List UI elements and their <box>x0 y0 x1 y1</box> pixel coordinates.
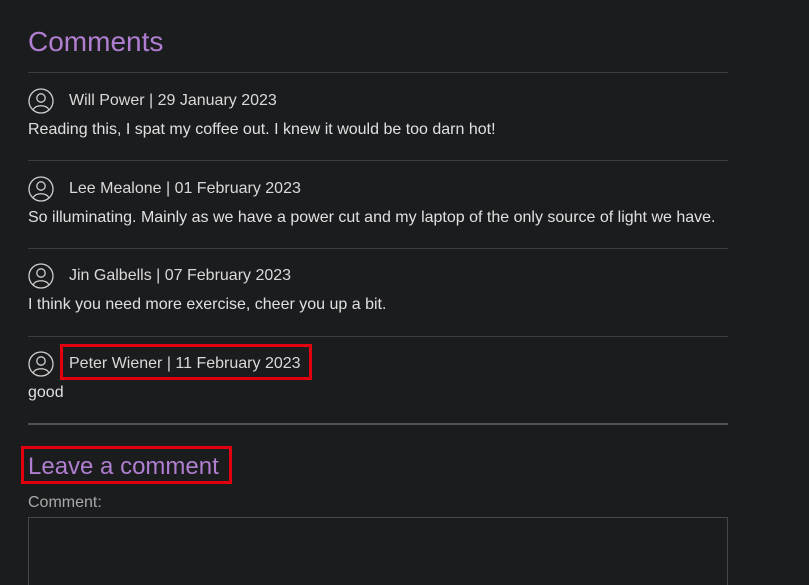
comment-header: Lee Mealone | 01 February 2023 <box>28 176 301 202</box>
blog-comments-page: Comments Will Power | 29 January 2023 Re… <box>0 0 809 585</box>
comment-text: So illuminating. Mainly as we have a pow… <box>28 209 716 226</box>
user-avatar-icon <box>28 88 54 114</box>
comment-field-label: Comment: <box>28 494 102 511</box>
divider <box>28 336 728 337</box>
user-avatar-icon <box>28 176 54 202</box>
comment-header: Will Power | 29 January 2023 <box>28 88 277 114</box>
comment-text: I think you need more exercise, cheer yo… <box>28 296 387 313</box>
section-divider <box>28 423 728 425</box>
comment-textarea[interactable] <box>28 517 728 585</box>
byline-highlight-box <box>60 344 312 380</box>
user-avatar-icon <box>28 263 54 289</box>
comment-header: Jin Galbells | 07 February 2023 <box>28 263 291 289</box>
divider <box>28 72 728 73</box>
comment-text: good <box>28 384 64 401</box>
divider <box>28 248 728 249</box>
comment-byline: Lee Mealone | 01 February 2023 <box>69 180 301 197</box>
comment-byline: Will Power | 29 January 2023 <box>69 92 277 109</box>
comment-byline: Jin Galbells | 07 February 2023 <box>69 267 292 284</box>
user-avatar-icon <box>28 351 54 377</box>
divider <box>28 160 728 161</box>
heading-highlight-box <box>21 446 232 484</box>
comments-heading: Comments <box>28 26 164 57</box>
comment-text: Reading this, I spat my coffee out. I kn… <box>28 121 496 138</box>
